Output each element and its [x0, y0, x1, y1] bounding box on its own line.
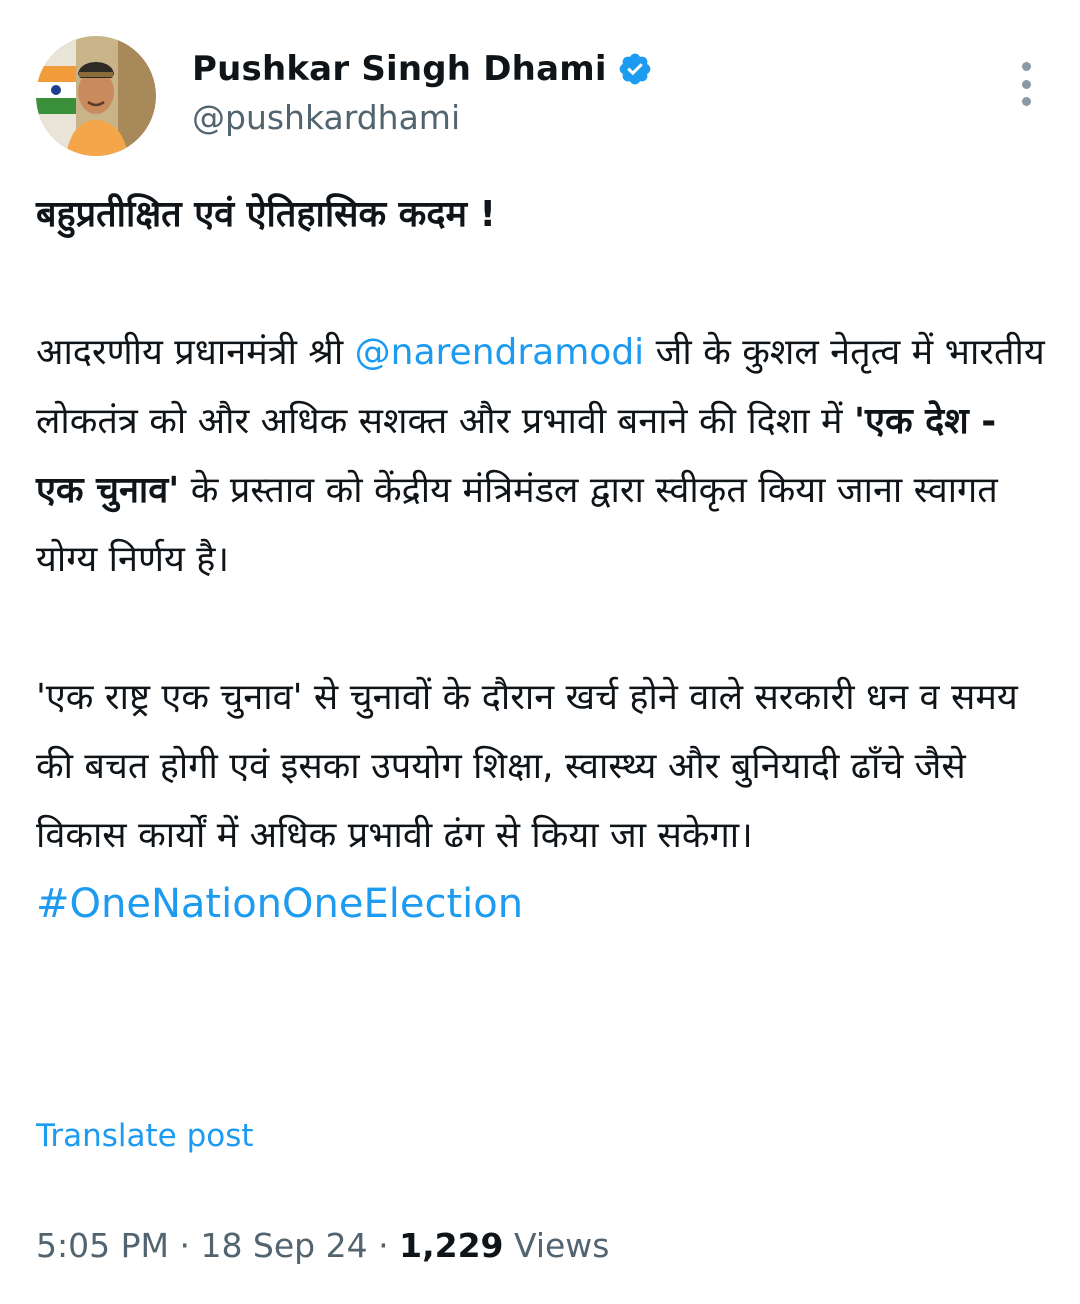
author-handle[interactable]: @pushkardhami [192, 98, 460, 137]
tweet-header: Pushkar Singh Dhami @pushkardhami [36, 36, 1044, 160]
tweet-detail: Pushkar Singh Dhami @pushkardhami बहुप्र… [0, 0, 1080, 1304]
mention-link[interactable]: @narendramodi [355, 332, 645, 373]
name-row: Pushkar Singh Dhami [192, 46, 653, 92]
post-date[interactable]: 18 Sep 24 [200, 1226, 367, 1265]
more-dot [1021, 62, 1031, 71]
avatar-image [36, 36, 156, 156]
verified-badge-icon [617, 51, 653, 87]
more-dot [1021, 97, 1031, 106]
tweet-paragraph-2: 'एक राष्ट्र एक चुनाव' से चुनावों के दौरा… [36, 677, 1018, 856]
paragraph-1-text-a: आदरणीय प्रधानमंत्री श्री [36, 332, 355, 373]
meta-separator: · [168, 1226, 201, 1265]
hashtag-link[interactable]: #OneNationOneElection [36, 881, 523, 927]
tweet-headline: बहुप्रतीक्षित एवं ऐतिहासिक कदम ! [36, 194, 496, 235]
post-time[interactable]: 5:05 PM [36, 1226, 169, 1265]
tweet-meta: 5:05 PM · 18 Sep 24 · 1,229 Views [36, 1226, 610, 1265]
author-display-name[interactable]: Pushkar Singh Dhami [192, 49, 607, 89]
views-count: 1,229 [399, 1226, 504, 1265]
meta-separator: · [367, 1226, 400, 1265]
more-options-icon[interactable] [1014, 62, 1038, 106]
views-label: Views [503, 1226, 610, 1265]
hashtag-line: #OneNationOneElection [36, 870, 1046, 940]
tweet-text: बहुप्रतीक्षित एवं ऐतिहासिक कदम ! आदरणीय … [36, 180, 1046, 940]
translate-post-link[interactable]: Translate post [36, 1118, 254, 1154]
tweet-paragraph-1: आदरणीय प्रधानमंत्री श्री @narendramodi ज… [36, 318, 1046, 594]
profile-avatar[interactable] [36, 36, 156, 156]
more-dot [1021, 79, 1031, 89]
paragraph-1-text-c: के प्रस्ताव को केंद्रीय मंत्रिमंडल द्वार… [36, 470, 998, 580]
